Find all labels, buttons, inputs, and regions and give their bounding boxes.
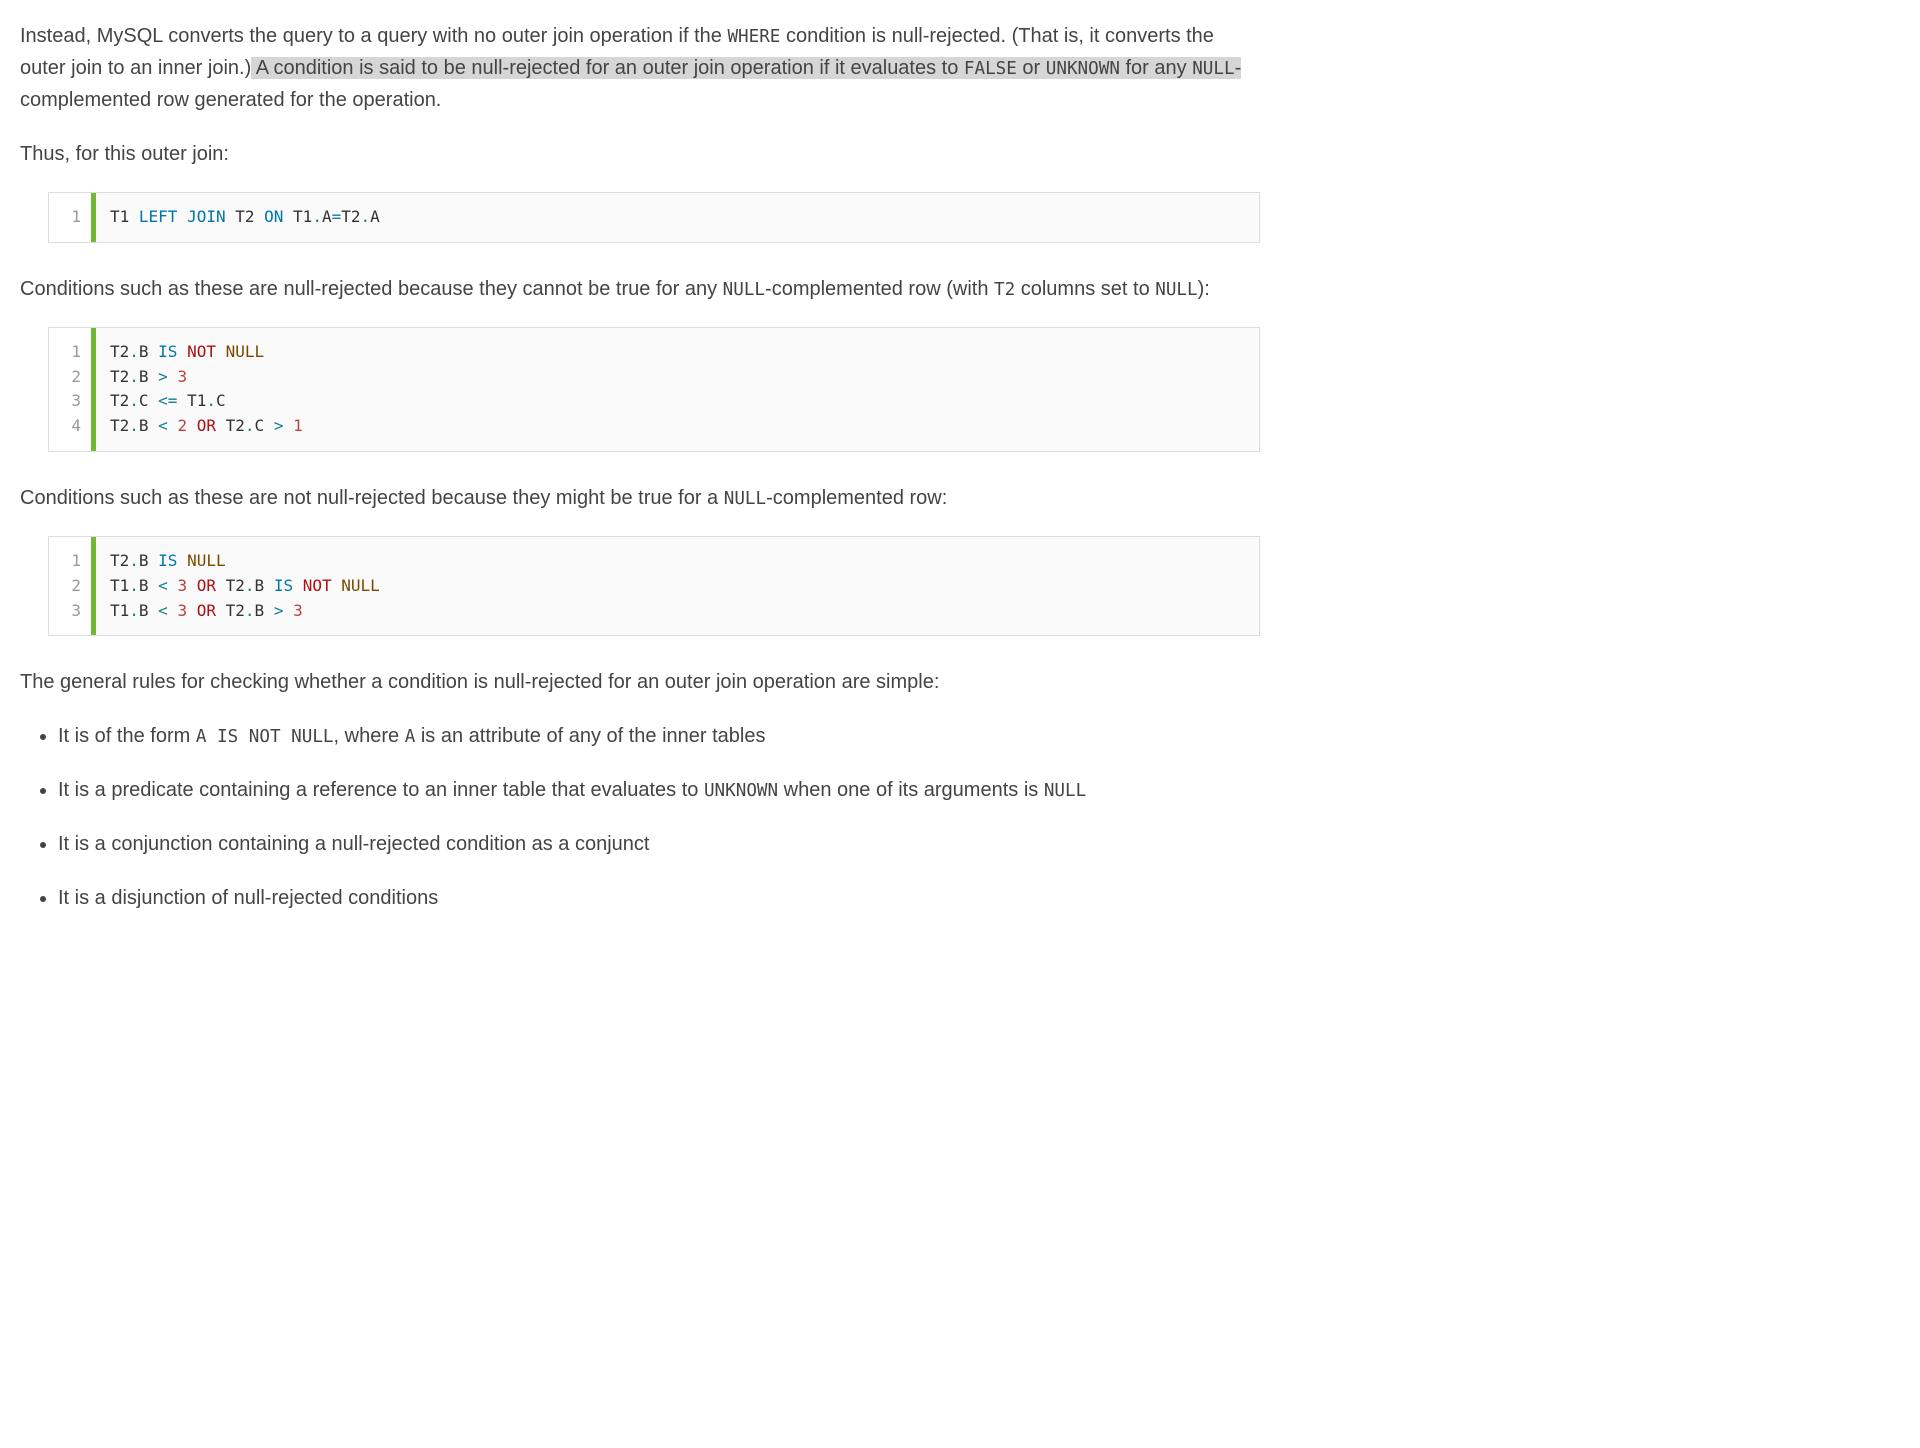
text: Instead, MySQL converts the query to a q… bbox=[20, 25, 727, 47]
paragraph-notnullrejected: Conditions such as these are not null-re… bbox=[20, 482, 1260, 514]
code-content: T2.B IS NULL T1.B < 3 OR T2.B IS NOT NUL… bbox=[96, 537, 394, 635]
line-gutter: 1 bbox=[49, 193, 91, 242]
line-gutter: 123 bbox=[49, 537, 91, 635]
paragraph-nullrejected: Conditions such as these are null-reject… bbox=[20, 273, 1260, 305]
inline-code: WHERE bbox=[727, 27, 780, 47]
line-gutter: 1234 bbox=[49, 328, 91, 451]
list-item: It is a disjunction of null-rejected con… bbox=[58, 882, 1260, 914]
code-content: T2.B IS NOT NULL T2.B > 3 T2.C <= T1.C T… bbox=[96, 328, 317, 451]
code-block-1: 1 T1 LEFT JOIN T2 ON T1.A=T2.A bbox=[48, 192, 1260, 243]
paragraph-thus: Thus, for this outer join: bbox=[20, 138, 1260, 170]
rules-list: It is of the form A IS NOT NULL, where A… bbox=[40, 720, 1260, 914]
code-content: T1 LEFT JOIN T2 ON T1.A=T2.A bbox=[96, 193, 394, 242]
code-block-2: 1234 T2.B IS NOT NULL T2.B > 3 T2.C <= T… bbox=[48, 327, 1260, 452]
text: complemented row generated for the opera… bbox=[20, 89, 441, 111]
paragraph-intro: Instead, MySQL converts the query to a q… bbox=[20, 20, 1260, 116]
list-item: It is a predicate containing a reference… bbox=[58, 774, 1260, 806]
list-item: It is a conjunction containing a null-re… bbox=[58, 828, 1260, 860]
code-block-3: 123 T2.B IS NULL T1.B < 3 OR T2.B IS NOT… bbox=[48, 536, 1260, 636]
paragraph-rules: The general rules for checking whether a… bbox=[20, 666, 1260, 698]
highlighted-text: A condition is said to be null-rejected … bbox=[251, 57, 1241, 79]
list-item: It is of the form A IS NOT NULL, where A… bbox=[58, 720, 1260, 752]
